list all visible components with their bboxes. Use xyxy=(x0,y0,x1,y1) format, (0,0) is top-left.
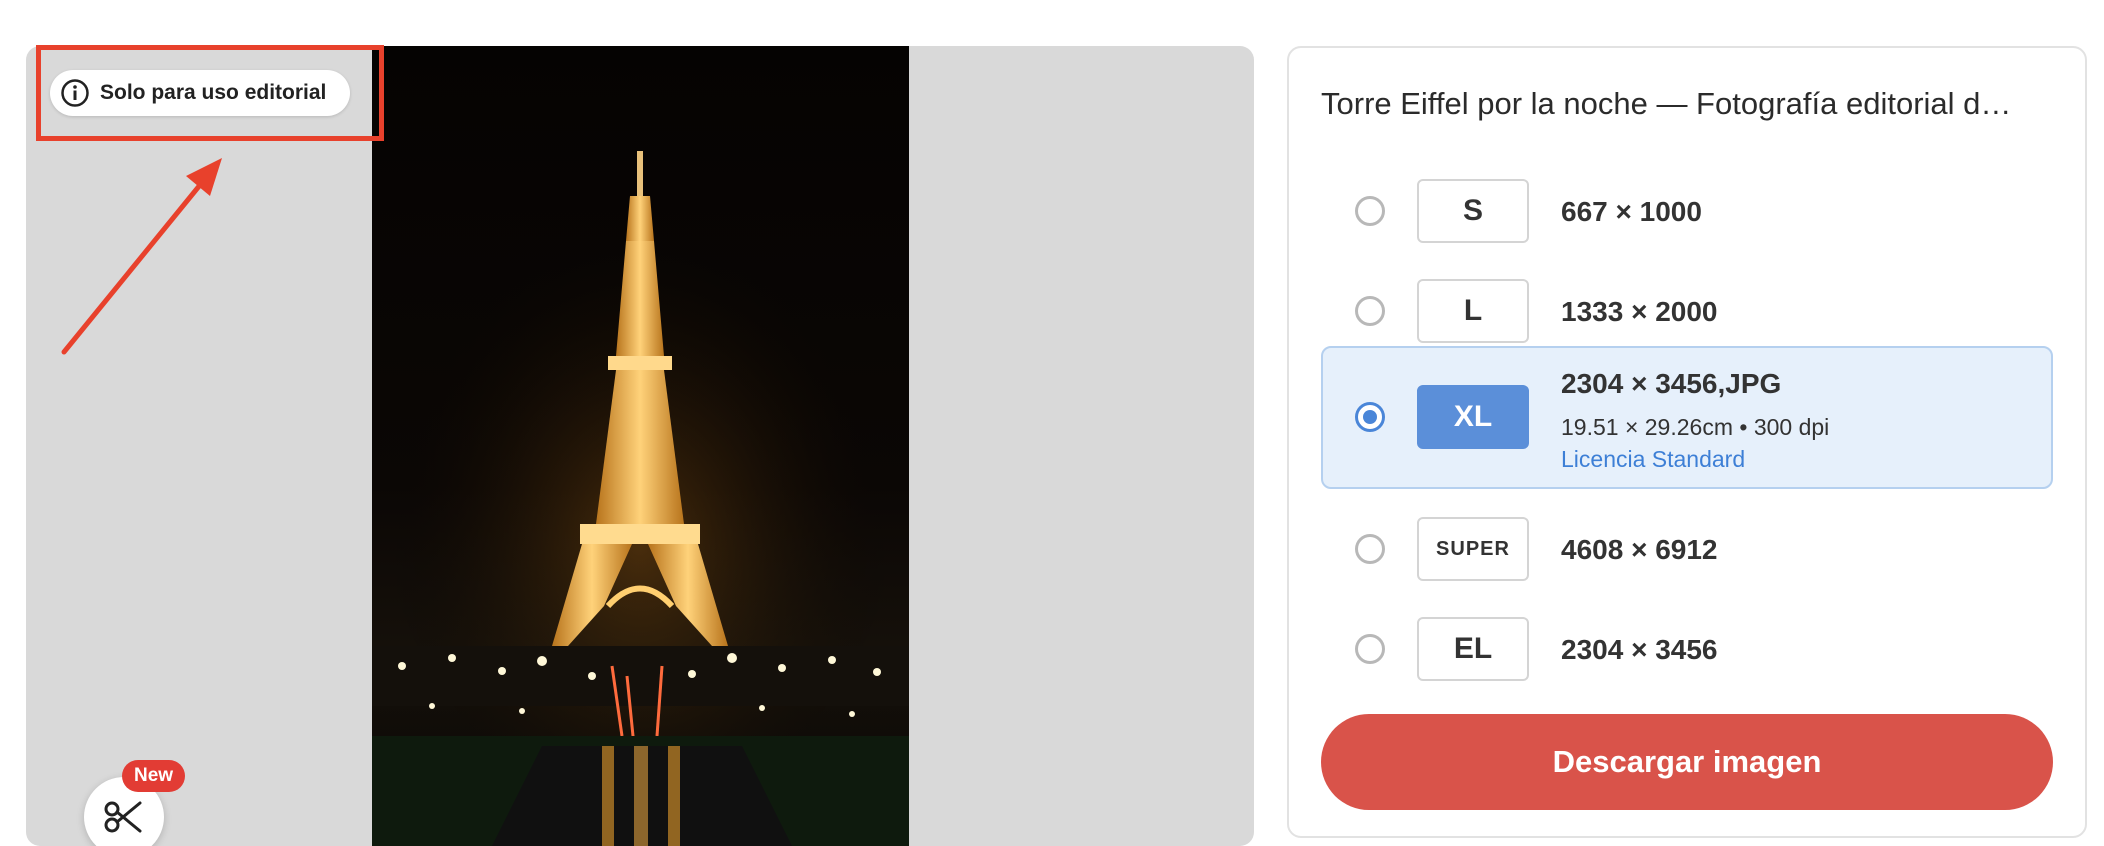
annotation-arrow-icon xyxy=(61,158,222,355)
scissors-icon xyxy=(104,801,142,833)
size-radio-l[interactable] xyxy=(1355,296,1385,326)
license-link[interactable]: Licencia Standard xyxy=(1561,446,1745,473)
size-radio-s[interactable] xyxy=(1355,196,1385,226)
download-options-panel: Torre Eiffel por la noche — Fotografía e… xyxy=(1287,46,2087,838)
size-dimensions: 2304 × 3456,JPG xyxy=(1561,368,1782,399)
size-option-xl[interactable]: XL 2304 × 3456,JPG 19.51 × 29.26cm • 300… xyxy=(1321,346,2053,489)
size-radio-el[interactable] xyxy=(1355,634,1385,664)
eiffel-tower-illustration xyxy=(372,146,909,846)
size-label-l: L xyxy=(1417,279,1529,343)
size-option-s[interactable]: S 667 × 1000 xyxy=(1321,162,2053,260)
size-label-s: S xyxy=(1417,179,1529,243)
eiffel-tower-photo xyxy=(372,46,909,846)
new-badge: New xyxy=(122,760,186,792)
size-radio-super[interactable] xyxy=(1355,534,1385,564)
print-size-info: 19.51 × 29.26cm • 300 dpi xyxy=(1561,414,1830,440)
size-dimensions: 667 × 1000 xyxy=(1561,196,1702,227)
image-title: Torre Eiffel por la noche — Fotografía e… xyxy=(1321,86,2012,121)
size-label-el: EL xyxy=(1417,617,1529,681)
download-image-button[interactable]: Descargar imagen xyxy=(1321,714,2053,810)
size-radio-xl[interactable] xyxy=(1355,402,1385,432)
size-label-xl: XL xyxy=(1417,385,1529,449)
size-option-el[interactable]: EL 2304 × 3456 xyxy=(1321,600,2053,698)
size-dimensions: 1333 × 2000 xyxy=(1561,296,1718,327)
size-label-super: SUPER xyxy=(1417,517,1529,581)
size-dimensions: 4608 × 6912 xyxy=(1561,534,1718,565)
size-option-super[interactable]: SUPER 4608 × 6912 xyxy=(1321,500,2053,598)
size-dimensions: 2304 × 3456 xyxy=(1561,634,1718,665)
